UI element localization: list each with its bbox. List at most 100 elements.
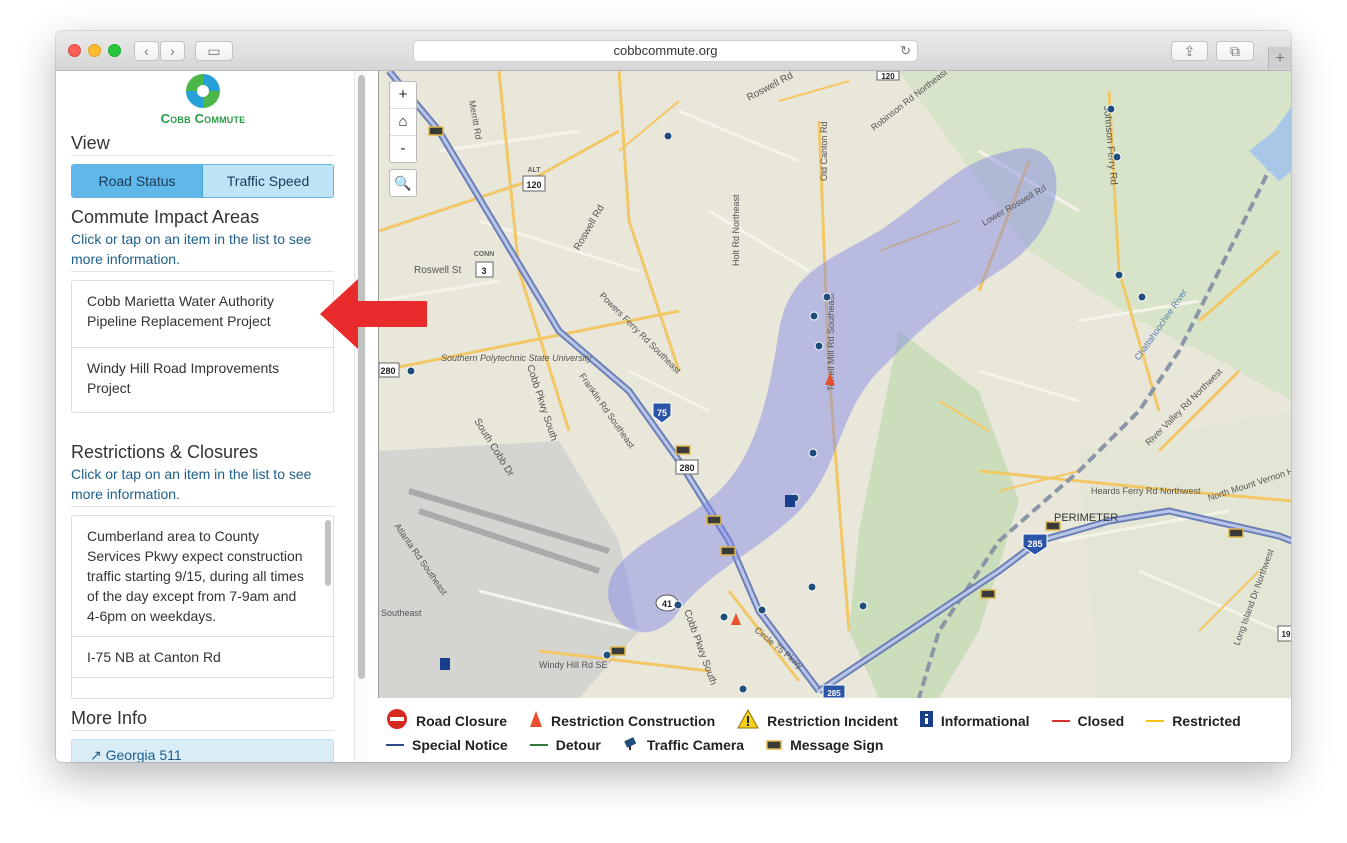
- message-sign-icon[interactable]: [428, 126, 444, 136]
- chevron-right-icon: ›: [170, 43, 175, 59]
- map-legend: Road Closure Restriction Construction Re…: [378, 700, 1291, 762]
- sr19-label: 19: [1282, 630, 1291, 639]
- alt-tag: ALT: [527, 167, 541, 174]
- zoom-window-button[interactable]: [108, 44, 121, 57]
- back-button[interactable]: ‹: [134, 41, 159, 61]
- i285-label: 285: [1027, 539, 1042, 549]
- more-info-heading: More Info: [71, 708, 148, 728]
- legend-label: Detour: [555, 736, 601, 753]
- impact-item-windy-hill[interactable]: Windy Hill Road Improvements Project: [72, 348, 333, 412]
- traffic-camera-icon[interactable]: [738, 684, 748, 694]
- new-tab-button[interactable]: +: [1268, 47, 1291, 70]
- chevron-left-icon: ‹: [144, 43, 149, 59]
- sidebar-scrollbar-thumb[interactable]: [358, 75, 365, 679]
- message-sign-icon[interactable]: [610, 646, 626, 656]
- traffic-camera-icon[interactable]: [1112, 152, 1122, 162]
- legend-closed: Closed: [1051, 712, 1125, 729]
- forward-button[interactable]: ›: [160, 41, 185, 61]
- tab-traffic-speed[interactable]: Traffic Speed: [203, 165, 333, 197]
- map-label-perimeter: PERIMETER: [1054, 512, 1118, 524]
- restrictions-hint: Click or tap on an item in the list to s…: [71, 466, 312, 502]
- message-sign-icon[interactable]: [1045, 521, 1061, 531]
- traffic-camera-icon[interactable]: [822, 292, 832, 302]
- legend-label: Restriction Construction: [551, 712, 716, 729]
- address-bar[interactable]: cobbcommute.org ↻: [413, 40, 918, 62]
- traffic-map[interactable]: Roswell Rd Roswell Rd Roswell St Lower R…: [378, 71, 1291, 698]
- message-sign-icon[interactable]: [706, 515, 722, 525]
- message-sign-icon[interactable]: [980, 589, 996, 599]
- legend-road-closure: Road Closure: [386, 708, 507, 733]
- red-arrow-annotation: [320, 279, 427, 349]
- traffic-camera-icon[interactable]: [673, 600, 683, 610]
- legend-restricted: Restricted: [1146, 713, 1241, 729]
- traffic-camera-icon[interactable]: [1137, 292, 1147, 302]
- warning-triangle-icon: [737, 708, 759, 732]
- message-sign-icon[interactable]: [675, 445, 691, 455]
- restrictions-scrollbar[interactable]: [325, 520, 331, 586]
- closed-line-swatch: [1051, 719, 1070, 722]
- traffic-camera-icon[interactable]: [719, 612, 729, 622]
- info-marker-icon[interactable]: [440, 658, 450, 670]
- url-text: cobbcommute.org: [613, 43, 718, 58]
- zoom-out-button[interactable]: -: [390, 136, 416, 162]
- info-icon: [919, 711, 933, 730]
- close-window-button[interactable]: [68, 44, 81, 57]
- sidebar-scrollbar-track[interactable]: [354, 71, 367, 762]
- conn-tag: CONN: [474, 251, 495, 258]
- i75-label: 75: [657, 408, 667, 418]
- search-icon: 🔍: [394, 175, 412, 191]
- legend-traffic-camera: Traffic Camera: [623, 736, 744, 753]
- message-sign-icon[interactable]: [1228, 528, 1244, 538]
- impact-hint: Click or tap on an item in the list to s…: [71, 231, 312, 267]
- traffic-camera-icon[interactable]: [807, 582, 817, 592]
- info-marker-icon[interactable]: [785, 495, 795, 507]
- traffic-camera-icon[interactable]: [663, 131, 673, 141]
- legend-label: Informational: [940, 712, 1030, 729]
- restrictions-list[interactable]: Cumberland area to County Services Pkwy …: [71, 515, 334, 699]
- traffic-camera-icon[interactable]: [808, 448, 818, 458]
- view-toggle: Road Status Traffic Speed: [71, 164, 334, 198]
- map-search-button[interactable]: 🔍: [389, 169, 417, 197]
- divider: [71, 730, 334, 731]
- traffic-camera-icon[interactable]: [1106, 104, 1116, 114]
- restrictions-heading: Restrictions & Closures: [71, 442, 259, 462]
- reload-icon[interactable]: ↻: [900, 41, 911, 61]
- legend-restriction-construction: Restriction Construction: [529, 710, 715, 731]
- logo-mark-icon: [186, 74, 220, 108]
- divider: [71, 271, 334, 272]
- title-bar: ‹ › ▭ cobbcommute.org ↻ ⇪ ⧉ +: [56, 31, 1291, 71]
- restriction-item-cumberland[interactable]: Cumberland area to County Services Pkwy …: [72, 516, 333, 637]
- traffic-camera-icon[interactable]: [406, 366, 416, 376]
- impact-item-water-authority[interactable]: Cobb Marietta Water Authority Pipeline R…: [72, 281, 333, 348]
- restriction-item-i75-canton[interactable]: I-75 NB at Canton Rd: [72, 637, 333, 678]
- browser-window: ‹ › ▭ cobbcommute.org ↻ ⇪ ⧉ + Cobb Commu…: [56, 31, 1291, 762]
- legend-restriction-incident: Restriction Incident: [737, 708, 898, 732]
- sidebar-toggle-button[interactable]: ▭: [195, 41, 233, 61]
- traffic-camera-icon[interactable]: [757, 605, 767, 615]
- legend-special-notice: Special Notice: [386, 737, 508, 753]
- traffic-camera-icon[interactable]: [602, 650, 612, 660]
- traffic-camera-icon[interactable]: [809, 311, 819, 321]
- zoom-control: + ⌂ -: [389, 81, 417, 163]
- cobb-commute-logo[interactable]: Cobb Commute: [153, 74, 253, 130]
- sr120-top-label: 120: [881, 72, 895, 81]
- traffic-camera-icon[interactable]: [814, 341, 824, 351]
- share-button[interactable]: ⇪: [1171, 41, 1208, 61]
- impact-list: Cobb Marietta Water Authority Pipeline R…: [71, 280, 334, 413]
- legend-label: Message Sign: [790, 736, 884, 753]
- tabs-button[interactable]: ⧉: [1216, 41, 1254, 61]
- legend-label: Road Closure: [416, 712, 508, 729]
- home-button[interactable]: ⌂: [390, 109, 416, 136]
- tab-road-status[interactable]: Road Status: [72, 165, 203, 197]
- map-label-holt: Holt Rd Northeast: [731, 194, 741, 266]
- construction-cone-icon: [529, 710, 543, 731]
- traffic-camera-icon[interactable]: [858, 601, 868, 611]
- sidebar: Cobb Commute View Road Status Traffic Sp…: [56, 71, 354, 762]
- legend-label: Closed: [1077, 712, 1125, 729]
- zoom-in-button[interactable]: +: [390, 82, 416, 109]
- message-sign-icon[interactable]: [720, 546, 736, 556]
- minimize-window-button[interactable]: [88, 44, 101, 57]
- georgia-511-button[interactable]: ↗ Georgia 511: [71, 739, 334, 762]
- legend-label: Traffic Camera: [646, 736, 745, 753]
- traffic-camera-icon[interactable]: [1114, 270, 1124, 280]
